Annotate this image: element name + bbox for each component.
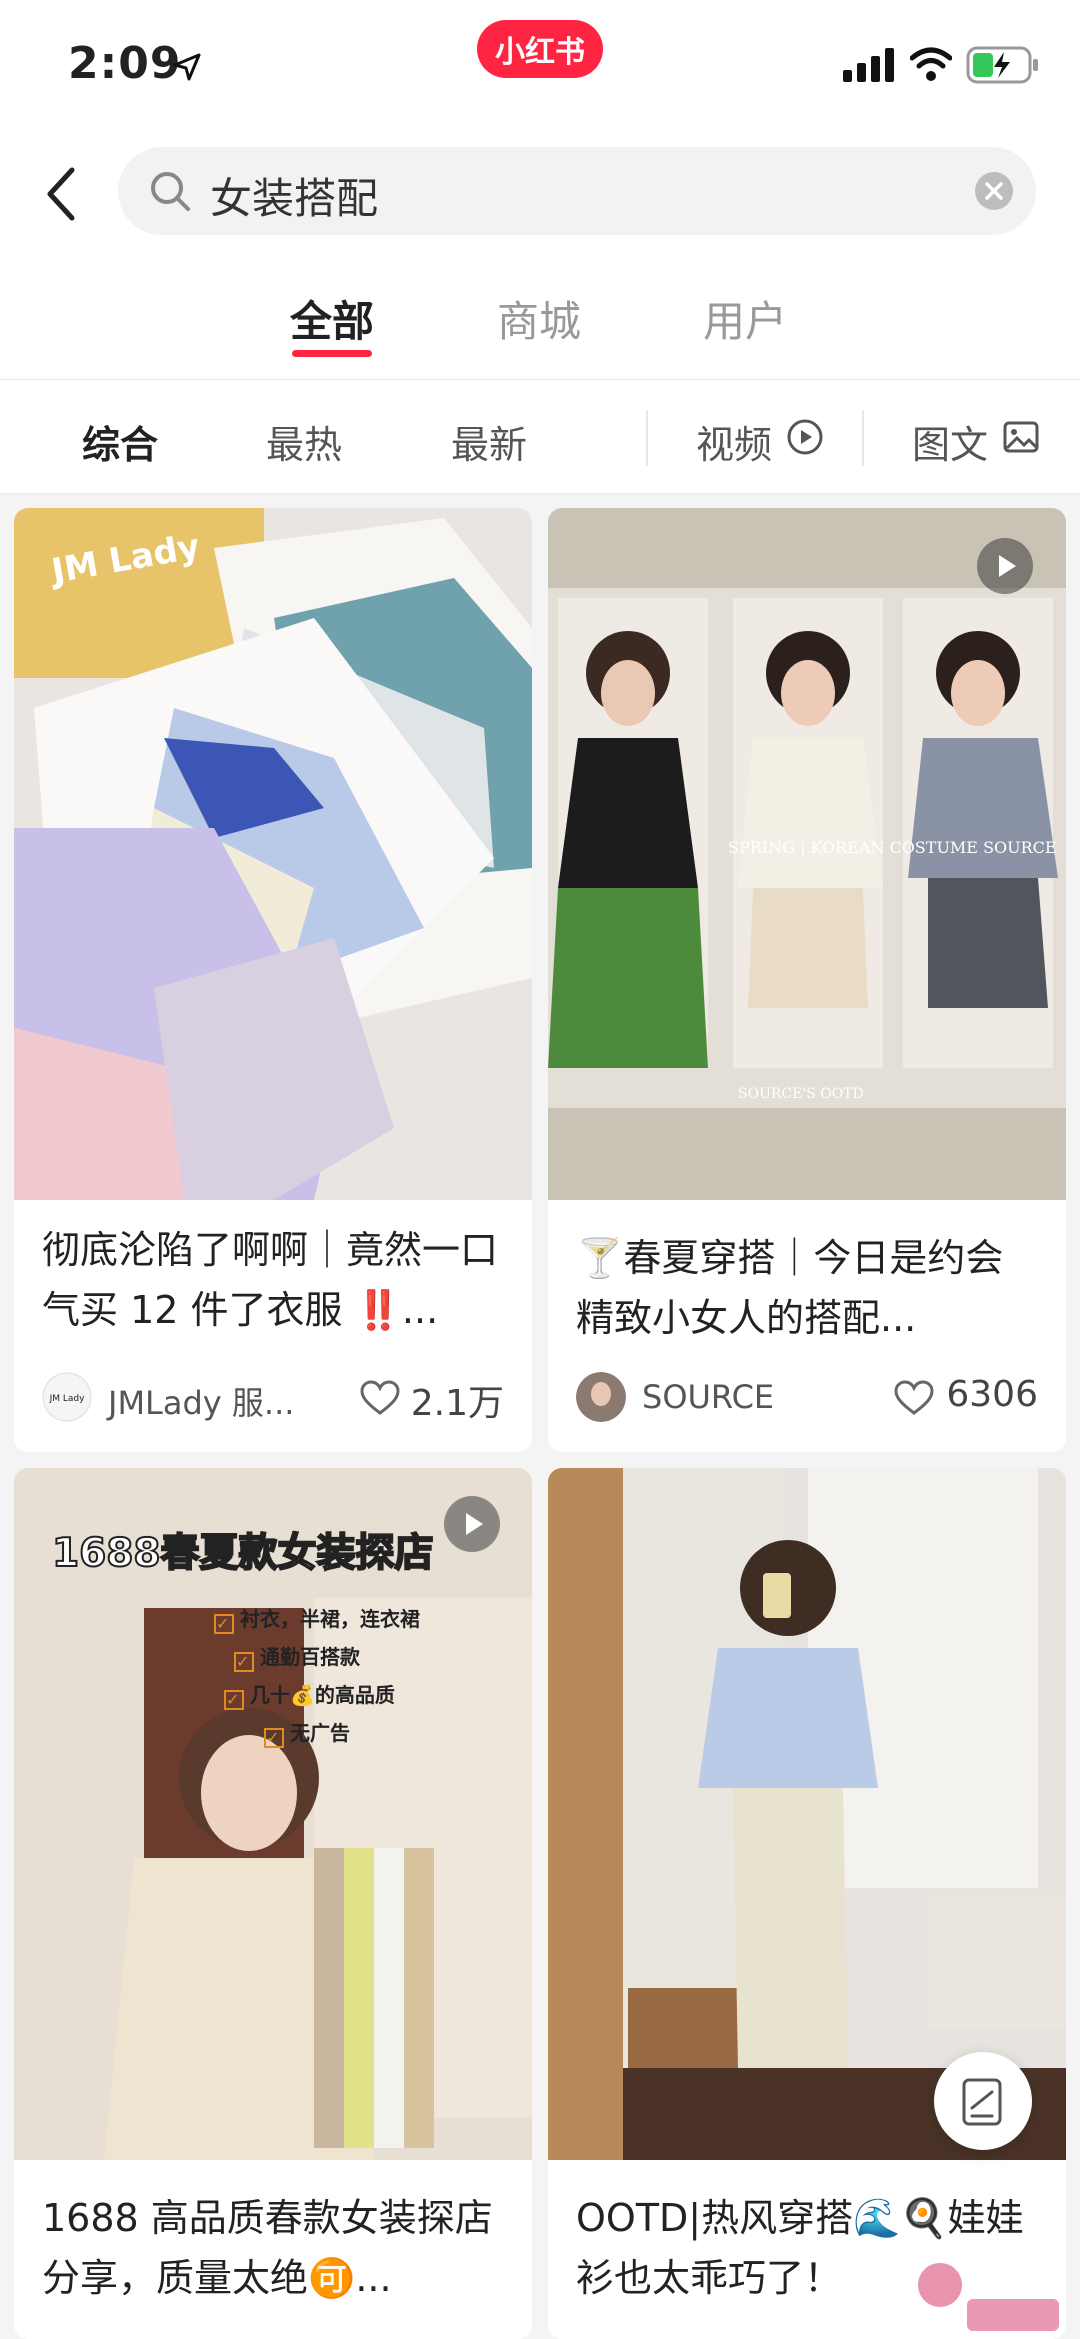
- svg-text:SPRING | KOREAN COSTUME SOURCE: SPRING | KOREAN COSTUME SOURCE: [728, 838, 1057, 857]
- back-chevron-icon[interactable]: [40, 162, 84, 226]
- cover-checklist: ✓ 衬衣，半裙，连衣裙 ✓ 通勤百搭款 ✓ 几十💰的高品质 ✓ 无广告: [214, 1600, 532, 1752]
- note-cover-image[interactable]: SPRING | KOREAN COSTUME SOURCE SOURCE'S …: [548, 508, 1066, 1200]
- video-play-badge: [977, 538, 1033, 594]
- like-count: 2.1万: [410, 1383, 504, 1424]
- status-time: 2:09: [68, 38, 182, 89]
- note-card[interactable]: OOTD|热风穿搭🌊🍳娃娃衫也太乖巧了！: [548, 1468, 1066, 2339]
- filter-video[interactable]: 视频: [696, 414, 772, 469]
- tab-mall[interactable]: 商城: [497, 288, 581, 349]
- note-meta: JM Lady JMLady 服... 2.1万: [42, 1372, 504, 1424]
- video-play-badge: [444, 1496, 500, 1552]
- cellular-signal-icon: [843, 48, 894, 82]
- heart-icon[interactable]: [894, 1380, 934, 1416]
- checklist-item: ✓ 衬衣，半裙，连衣裙: [214, 1607, 420, 1634]
- compose-note-button[interactable]: [934, 2052, 1032, 2150]
- author-avatar[interactable]: JM Lady: [42, 1372, 92, 1422]
- filter-comprehensive[interactable]: 综合: [82, 414, 158, 469]
- checkbox-icon: ✓: [264, 1728, 284, 1748]
- note-title[interactable]: 1688 高品质春款女装探店分享，质量太绝🉑...: [42, 2188, 504, 2308]
- note-card[interactable]: SPRING | KOREAN COSTUME SOURCE SOURCE'S …: [548, 508, 1066, 1452]
- search-input[interactable]: 女装搭配: [118, 147, 1036, 235]
- heart-icon[interactable]: [360, 1380, 400, 1416]
- checklist-item: ✓ 通勤百搭款: [234, 1645, 360, 1672]
- search-query: 女装搭配: [210, 174, 379, 223]
- cover-heading: 1688春夏款女装探店: [51, 1530, 435, 1577]
- play-icon: [999, 555, 1016, 577]
- image-icon: [1003, 421, 1039, 453]
- result-tabs: 全部 商城 用户: [0, 258, 1080, 380]
- checklist-item: ✓ 几十💰的高品质: [224, 1683, 395, 1710]
- note-cover-image[interactable]: JM Lady: [14, 508, 532, 1200]
- wifi-icon: [910, 47, 952, 81]
- tab-users[interactable]: 用户: [703, 288, 787, 349]
- author-name[interactable]: JMLady 服...: [108, 1378, 294, 1424]
- active-tab-indicator: [292, 350, 372, 357]
- like-count: 6306: [946, 1374, 1038, 1415]
- search-header: 女装搭配: [0, 130, 1080, 258]
- checklist-item: ✓ 无广告: [264, 1721, 350, 1748]
- note-card[interactable]: JM Lady 彻底沦陷了啊啊｜竟然一口气买 12 件了衣服 ‼️... JM …: [14, 508, 532, 1452]
- brand-logo: 小红书: [477, 20, 603, 78]
- edit-note-icon: [962, 2078, 1002, 2126]
- battery-charging-icon: [966, 46, 1038, 84]
- play-icon: [466, 1513, 483, 1535]
- clear-search-icon[interactable]: [974, 171, 1014, 211]
- filter-bar: 综合 最热 最新 视频 图文: [0, 380, 1080, 494]
- search-icon: [151, 172, 190, 211]
- note-title[interactable]: 🍸春夏穿搭｜今日是约会精致小女人的搭配...: [576, 1228, 1038, 1348]
- checkbox-icon: ✓: [234, 1652, 254, 1672]
- checkbox-icon: ✓: [214, 1614, 234, 1634]
- note-title[interactable]: 彻底沦陷了啊啊｜竟然一口气买 12 件了衣服 ‼️...: [42, 1220, 504, 1340]
- filter-newest[interactable]: 最新: [451, 414, 527, 469]
- note-meta: SOURCE 6306: [576, 1372, 1038, 1422]
- location-arrow-icon: [173, 53, 201, 81]
- filter-image-text[interactable]: 图文: [912, 414, 988, 469]
- watermark-logo: [918, 2263, 1059, 2331]
- filter-hottest[interactable]: 最热: [266, 414, 342, 469]
- author-avatar[interactable]: [576, 1372, 626, 1422]
- svg-text:JM Lady: JM Lady: [49, 1394, 86, 1404]
- checkbox-icon: ✓: [224, 1690, 244, 1710]
- tab-all[interactable]: 全部: [290, 288, 374, 349]
- filter-divider: [862, 410, 864, 466]
- svg-text:SOURCE'S OOTD: SOURCE'S OOTD: [738, 1086, 864, 1102]
- filter-divider: [646, 410, 648, 466]
- play-circle-icon: [787, 419, 823, 455]
- status-bar: 2:09 小红书: [0, 0, 1080, 130]
- note-card[interactable]: 1688春夏款女装探店 ✓ 衬衣，半裙，连衣裙 ✓ 通勤百搭款 ✓ 几十💰的高品质 ✓…: [14, 1468, 532, 2339]
- author-name[interactable]: SOURCE: [642, 1378, 774, 1416]
